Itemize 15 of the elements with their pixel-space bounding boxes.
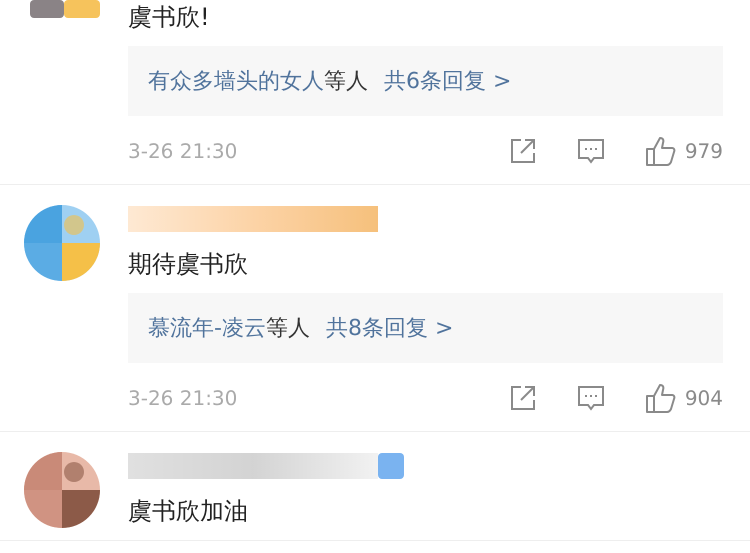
- share-icon[interactable]: [508, 384, 537, 412]
- comment-text: 虞书欣加油: [128, 496, 249, 527]
- comment-text: 期待虞书欣: [128, 249, 249, 280]
- thumbs-up-icon[interactable]: [644, 382, 677, 414]
- comment-text: 虞书欣!: [128, 2, 211, 33]
- like-count: 904: [684, 385, 723, 412]
- comment-time: 3-26 21:30: [128, 385, 238, 412]
- comment-icon[interactable]: [576, 137, 605, 165]
- thumbs-up-icon[interactable]: [644, 135, 677, 167]
- comment-time: 3-26 21:30: [128, 138, 238, 165]
- comment-icon[interactable]: [576, 384, 605, 412]
- replies-link[interactable]: 慕流年-凌云等人 共8条回复 >: [128, 293, 723, 363]
- like-count: 979: [684, 138, 723, 165]
- share-icon[interactable]: [508, 137, 537, 165]
- replies-link[interactable]: 有众多墙头的女人等人 共6条回复 >: [128, 46, 723, 116]
